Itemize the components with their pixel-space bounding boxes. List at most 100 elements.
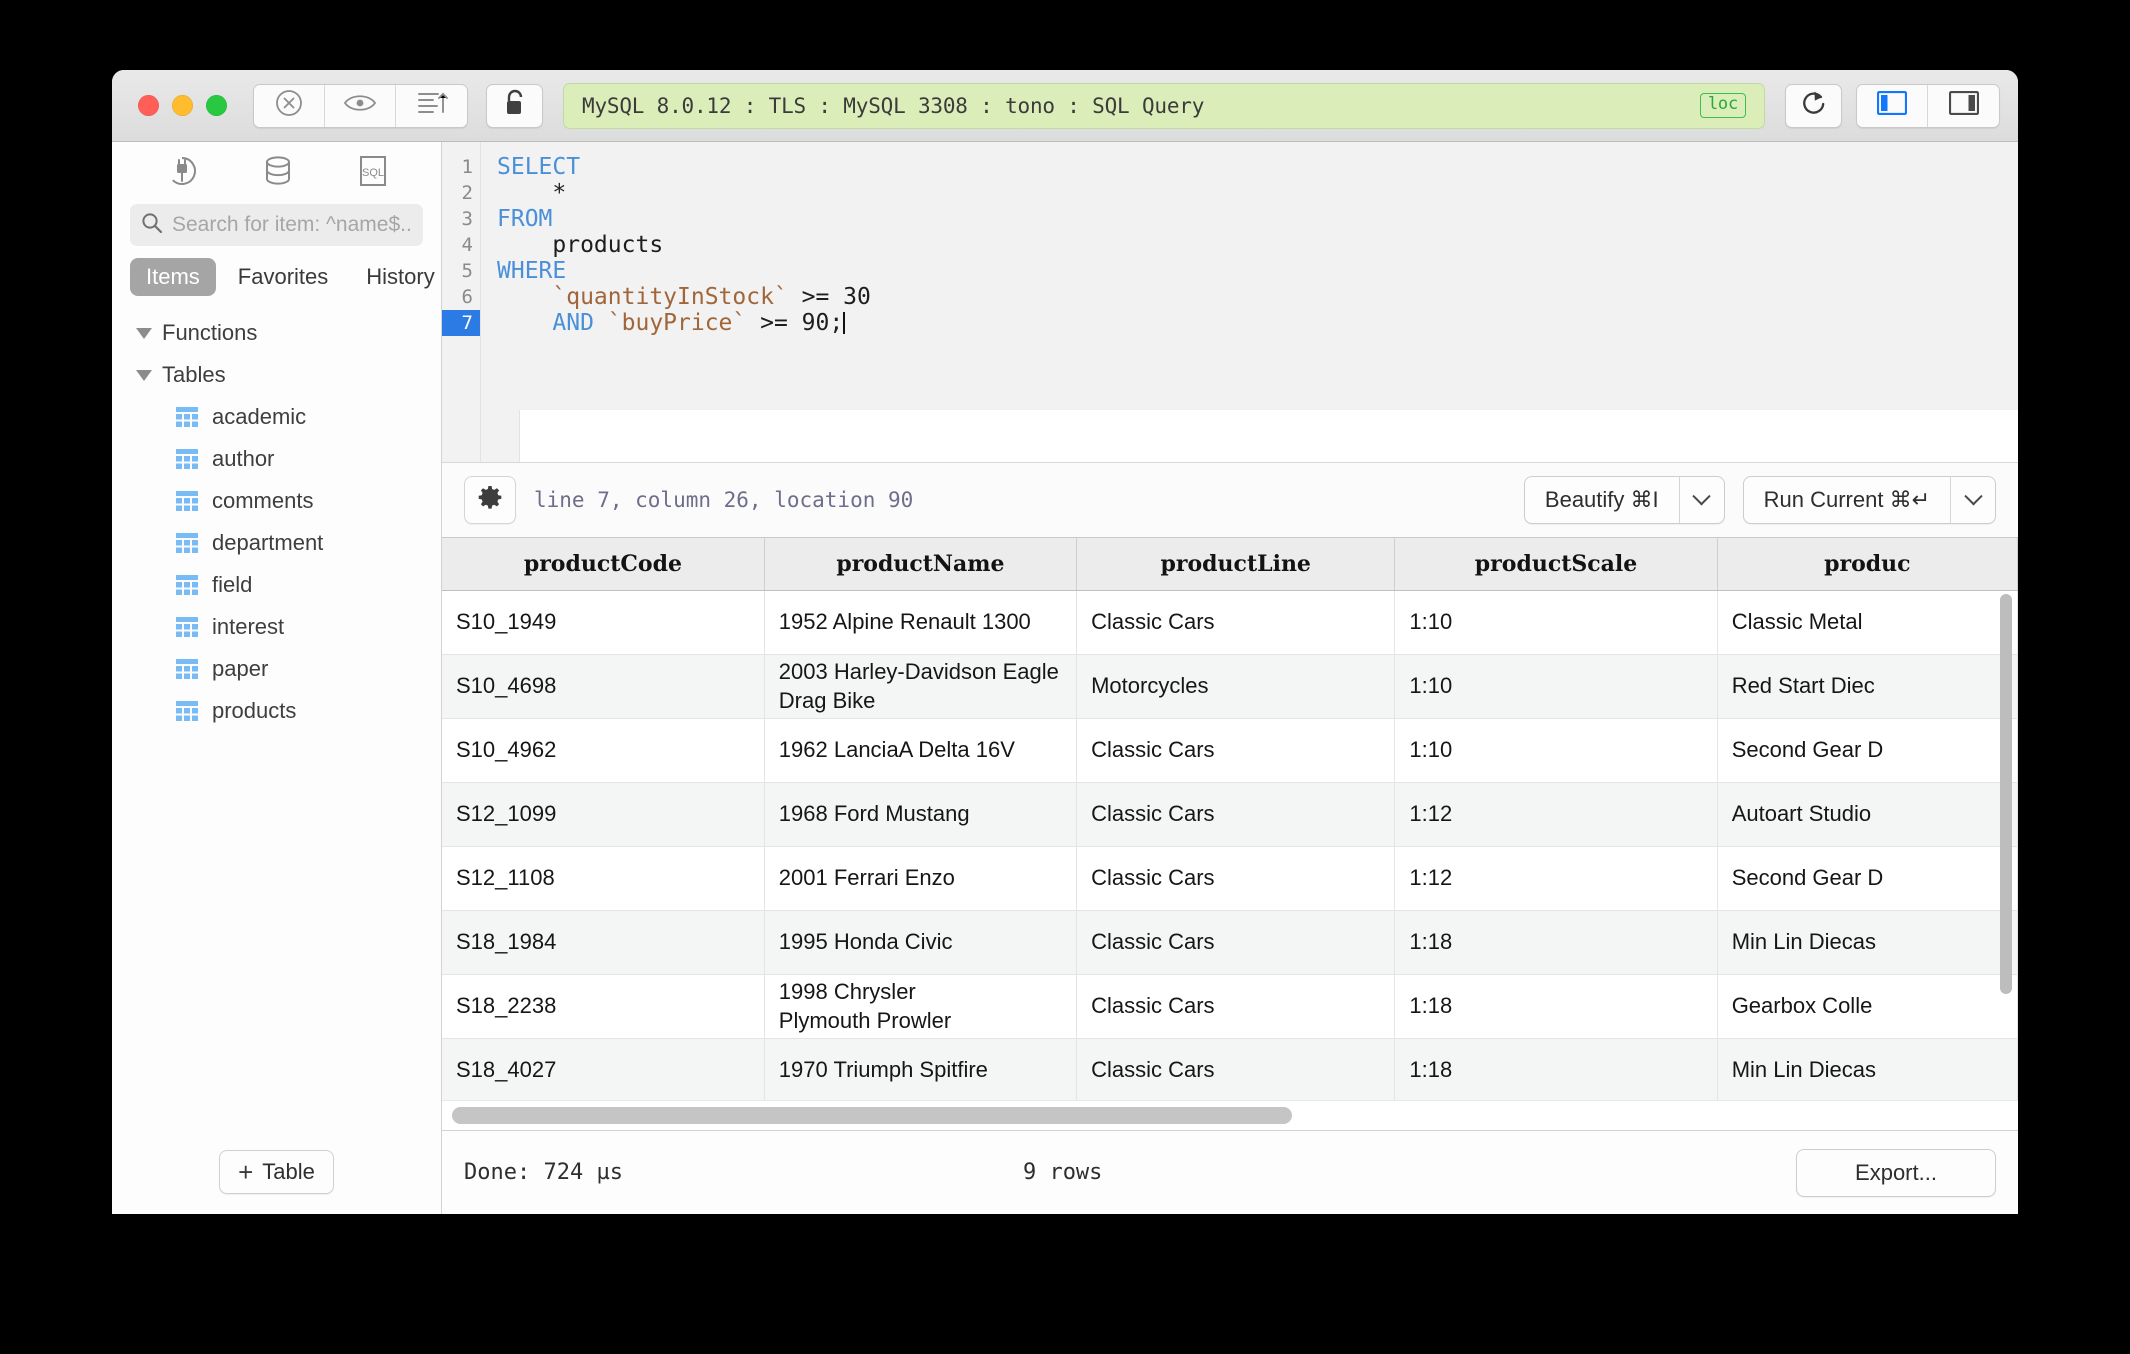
add-table-label: Table <box>262 1159 315 1184</box>
toggle-left-panel-button[interactable] <box>1857 84 1928 127</box>
editor-empty-area[interactable] <box>519 410 2018 462</box>
unlock-button[interactable] <box>486 83 543 128</box>
cell-productname[interactable]: 1962 LanciaA Delta 16V <box>764 718 1078 783</box>
right-panel-icon <box>1948 90 1979 120</box>
tab-items[interactable]: Items <box>130 258 216 297</box>
cell-productcode[interactable]: S10_1949 <box>442 590 765 655</box>
cell-productcode[interactable]: S10_4962 <box>442 718 765 783</box>
table-row[interactable]: S18_4027 1970 Triumph Spitfire Classic C… <box>442 1038 2018 1103</box>
cell-productscale[interactable]: 1:18 <box>1394 1038 1718 1103</box>
cell-productname[interactable]: 2001 Ferrari Enzo <box>764 846 1078 911</box>
beautify-button[interactable]: Beautify ⌘I <box>1525 477 1680 523</box>
cell-productname[interactable]: 1968 Ford Mustang <box>764 782 1078 847</box>
table-row[interactable]: S10_1949 1952 Alpine Renault 1300 Classi… <box>442 590 2018 655</box>
sql-editor[interactable]: 1 2 3 4 5 6 7 SELECT * FROM products WHE… <box>442 142 2018 462</box>
sidebar-item-department[interactable]: department <box>112 522 441 564</box>
beautify-dropdown-button[interactable] <box>1680 477 1724 523</box>
cell-productvendor[interactable]: Min Lin Diecas <box>1717 910 2018 975</box>
cell-productscale[interactable]: 1:18 <box>1394 974 1718 1039</box>
cell-productline[interactable]: Classic Cars <box>1076 782 1396 847</box>
add-table-button[interactable]: + Table <box>219 1150 334 1194</box>
sidebar-item-academic[interactable]: academic <box>112 396 441 438</box>
table-row[interactable]: S12_1108 2001 Ferrari Enzo Classic Cars … <box>442 846 2018 911</box>
cell-productscale[interactable]: 1:10 <box>1394 590 1718 655</box>
export-button[interactable]: Export... <box>1796 1148 1996 1197</box>
editor-code-area[interactable]: SELECT * FROM products WHERE `quantityIn… <box>480 142 2018 462</box>
sql-file-icon[interactable]: SQL <box>357 153 389 194</box>
cell-productline[interactable]: Classic Cars <box>1076 590 1396 655</box>
toggle-right-panel-button[interactable] <box>1928 84 1999 127</box>
cell-productscale[interactable]: 1:10 <box>1394 718 1718 783</box>
column-header-productvendor[interactable]: produc <box>1717 538 2018 591</box>
search-box[interactable] <box>130 204 423 246</box>
cell-productvendor[interactable]: Gearbox Colle <box>1717 974 2018 1039</box>
tab-favorites[interactable]: Favorites <box>222 258 344 296</box>
table-row[interactable]: S12_1099 1968 Ford Mustang Classic Cars … <box>442 782 2018 847</box>
column-header-productcode[interactable]: productCode <box>442 538 765 591</box>
cell-productline[interactable]: Classic Cars <box>1076 910 1396 975</box>
sidebar-item-author[interactable]: author <box>112 438 441 480</box>
sql-keyword: WHERE <box>497 258 567 284</box>
refresh-button[interactable] <box>1785 83 1842 128</box>
run-dropdown-button[interactable] <box>1951 477 1995 523</box>
results-grid[interactable]: productCode productName productLine prod… <box>442 538 2018 1130</box>
editor-settings-button[interactable] <box>464 476 516 524</box>
sidebar-item-comments[interactable]: comments <box>112 480 441 522</box>
sidebar-item-products[interactable]: products <box>112 690 441 732</box>
cell-productname[interactable]: 1952 Alpine Renault 1300 <box>764 590 1078 655</box>
column-header-productscale[interactable]: productScale <box>1394 538 1718 591</box>
preview-button[interactable] <box>325 84 396 127</box>
vertical-scrollbar[interactable] <box>2000 594 2012 994</box>
sidebar-item-interest[interactable]: interest <box>112 606 441 648</box>
cell-productcode[interactable]: S18_4027 <box>442 1038 765 1103</box>
sidebar-item-field[interactable]: field <box>112 564 441 606</box>
horizontal-scrollbar-thumb[interactable] <box>452 1107 1292 1124</box>
cell-productvendor[interactable]: Classic Metal <box>1717 590 2018 655</box>
cell-productvendor[interactable]: Min Lin Diecas <box>1717 1038 2018 1103</box>
search-input[interactable] <box>172 213 413 237</box>
cell-productline[interactable]: Classic Cars <box>1076 974 1396 1039</box>
tab-history[interactable]: History <box>350 258 450 296</box>
close-window-button[interactable] <box>138 95 159 116</box>
maximize-window-button[interactable] <box>206 95 227 116</box>
cell-productvendor[interactable]: Second Gear D <box>1717 846 2018 911</box>
table-row[interactable]: S10_4698 2003 Harley-Davidson Eagle Drag… <box>442 654 2018 719</box>
cell-productname[interactable]: 2003 Harley-Davidson Eagle Drag Bike <box>764 654 1078 719</box>
cell-productcode[interactable]: S12_1099 <box>442 782 765 847</box>
column-header-productname[interactable]: productName <box>764 538 1078 591</box>
cell-productname[interactable]: 1970 Triumph Spitfire <box>764 1038 1078 1103</box>
cell-productcode[interactable]: S18_1984 <box>442 910 765 975</box>
sidebar-item-paper[interactable]: paper <box>112 648 441 690</box>
table-icon <box>176 575 198 596</box>
cell-productname[interactable]: 1998 Chrysler Plymouth Prowler <box>764 974 1078 1039</box>
cell-productline[interactable]: Classic Cars <box>1076 846 1396 911</box>
plug-icon[interactable] <box>164 153 200 194</box>
tree-group-functions[interactable]: Functions <box>112 312 441 354</box>
cell-productcode[interactable]: S18_2238 <box>442 974 765 1039</box>
database-icon[interactable] <box>260 154 296 193</box>
cell-productvendor[interactable]: Red Start Diec <box>1717 654 2018 719</box>
cell-productline[interactable]: Motorcycles <box>1076 654 1396 719</box>
column-header-productline[interactable]: productLine <box>1076 538 1396 591</box>
cell-productline[interactable]: Classic Cars <box>1076 1038 1396 1103</box>
cell-productscale[interactable]: 1:10 <box>1394 654 1718 719</box>
cell-productname[interactable]: 1995 Honda Civic <box>764 910 1078 975</box>
run-current-button[interactable]: Run Current ⌘↵ <box>1744 477 1951 523</box>
tree-group-tables[interactable]: Tables <box>112 354 441 396</box>
horizontal-scrollbar-track[interactable] <box>442 1100 2018 1130</box>
cell-productscale[interactable]: 1:18 <box>1394 910 1718 975</box>
cell-productvendor[interactable]: Autoart Studio <box>1717 782 2018 847</box>
sort-ascending-button[interactable] <box>396 84 467 127</box>
minimize-window-button[interactable] <box>172 95 193 116</box>
cancel-button[interactable] <box>254 84 325 127</box>
cell-productvendor[interactable]: Second Gear D <box>1717 718 2018 783</box>
table-row[interactable]: S10_4962 1962 LanciaA Delta 16V Classic … <box>442 718 2018 783</box>
table-row[interactable]: S18_1984 1995 Honda Civic Classic Cars 1… <box>442 910 2018 975</box>
cell-productline[interactable]: Classic Cars <box>1076 718 1396 783</box>
cell-productcode[interactable]: S10_4698 <box>442 654 765 719</box>
cell-productcode[interactable]: S12_1108 <box>442 846 765 911</box>
table-row[interactable]: S18_2238 1998 Chrysler Plymouth Prowler … <box>442 974 2018 1039</box>
cell-productscale[interactable]: 1:12 <box>1394 782 1718 847</box>
cell-productscale[interactable]: 1:12 <box>1394 846 1718 911</box>
table-icon <box>176 617 198 638</box>
